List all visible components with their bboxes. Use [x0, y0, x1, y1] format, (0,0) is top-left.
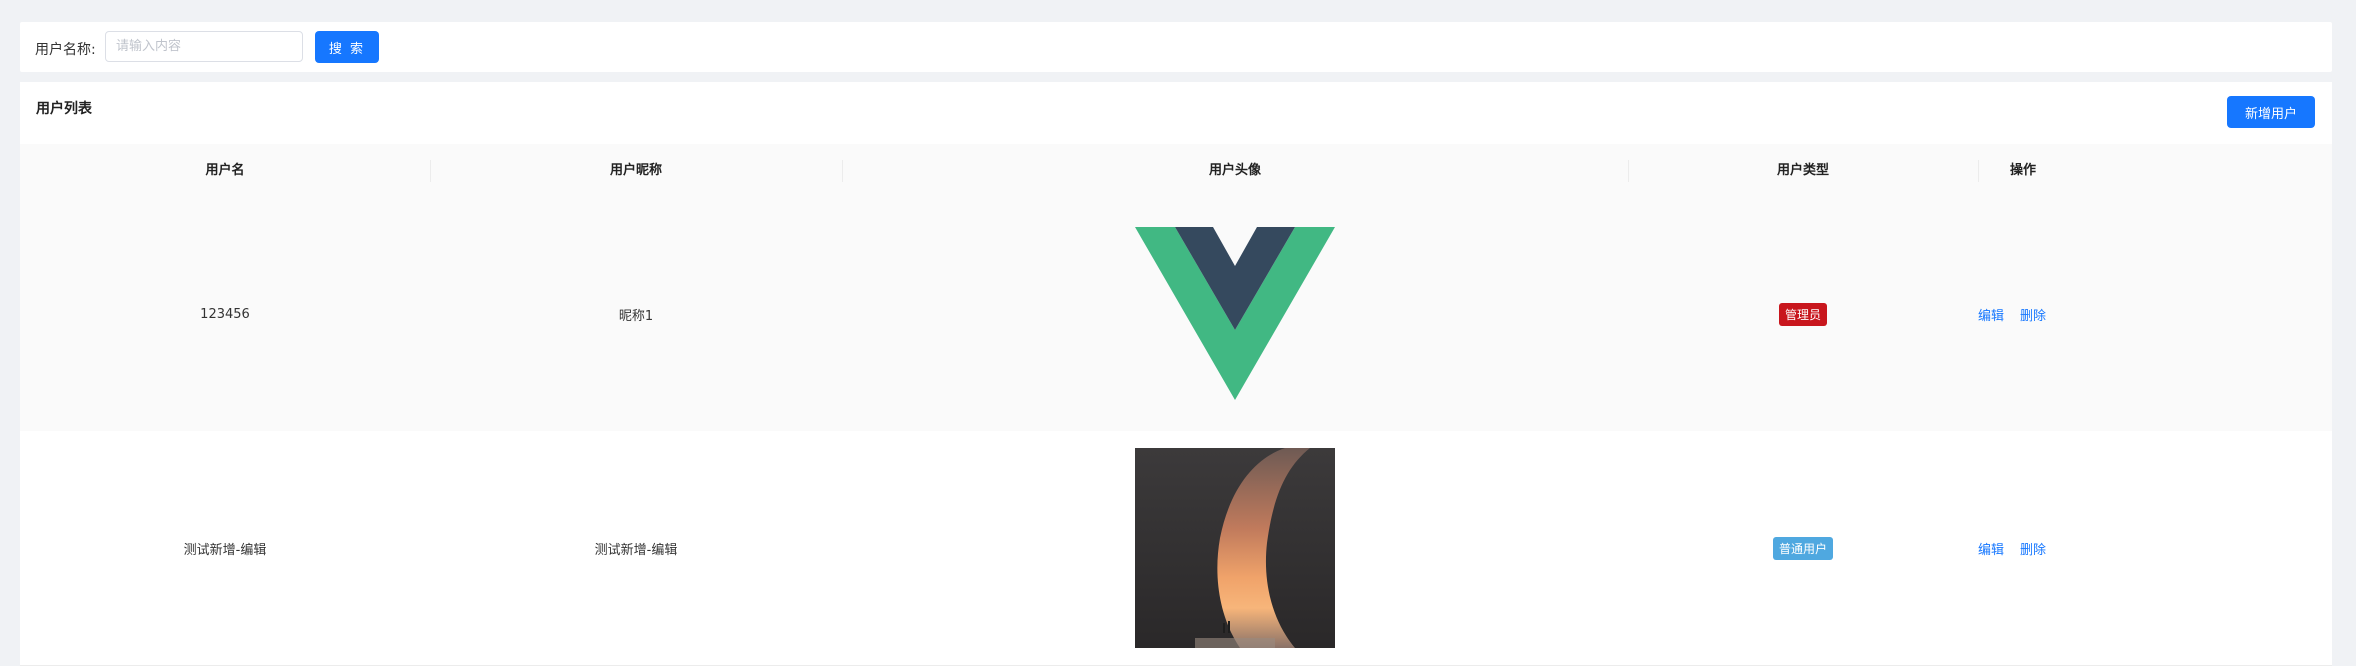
table-row: 123456 昵称1 管理员 编辑 删除	[20, 198, 2332, 432]
sunset-photo-avatar	[1135, 448, 1335, 648]
edit-link[interactable]: 编辑	[1978, 305, 2004, 324]
add-user-button[interactable]: 新增用户	[2227, 96, 2315, 128]
table-row: 测试新增-编辑 测试新增-编辑 普通用户 编辑 删除	[20, 431, 2332, 666]
user-type-cell: 普通用户	[1628, 431, 1978, 665]
avatar-cell	[842, 431, 1628, 665]
table-header: 用户名 用户昵称 用户头像 用户类型 操作	[20, 144, 2332, 199]
nickname-cell: 测试新增-编辑	[594, 542, 678, 558]
search-button[interactable]: 搜 索	[315, 31, 379, 63]
user-tag: 普通用户	[1772, 536, 1833, 560]
column-header-user-type: 用户类型	[1776, 163, 1829, 178]
column-header-actions: 操作	[2009, 163, 2036, 178]
user-type-cell: 管理员	[1628, 198, 1978, 431]
vue-logo-avatar	[1135, 227, 1335, 400]
nickname-cell: 昵称1	[618, 309, 654, 324]
search-label: 用户名称:	[35, 42, 96, 58]
column-header-avatar: 用户头像	[1208, 163, 1261, 178]
user-list-panel: 用户列表 新增用户 用户名 用户昵称 用户头像 用户类型 操作 123456 昵…	[20, 82, 2332, 666]
edit-link[interactable]: 编辑	[1978, 539, 2004, 558]
search-bar: 用户名称: 搜 索	[20, 22, 2332, 72]
actions-cell: 编辑 删除	[1978, 431, 2332, 665]
column-header-nickname: 用户昵称	[609, 163, 662, 178]
column-header-username: 用户名	[205, 163, 245, 178]
username-cell: 测试新增-编辑	[183, 542, 267, 558]
delete-link[interactable]: 删除	[2020, 539, 2046, 558]
admin-tag: 管理员	[1778, 303, 1827, 326]
username-cell: 123456	[200, 307, 250, 322]
avatar-cell	[842, 198, 1628, 431]
actions-cell: 编辑 删除	[1978, 198, 2332, 431]
user-list-title: 用户列表	[36, 101, 92, 117]
search-input[interactable]	[105, 31, 303, 62]
delete-link[interactable]: 删除	[2020, 305, 2046, 324]
